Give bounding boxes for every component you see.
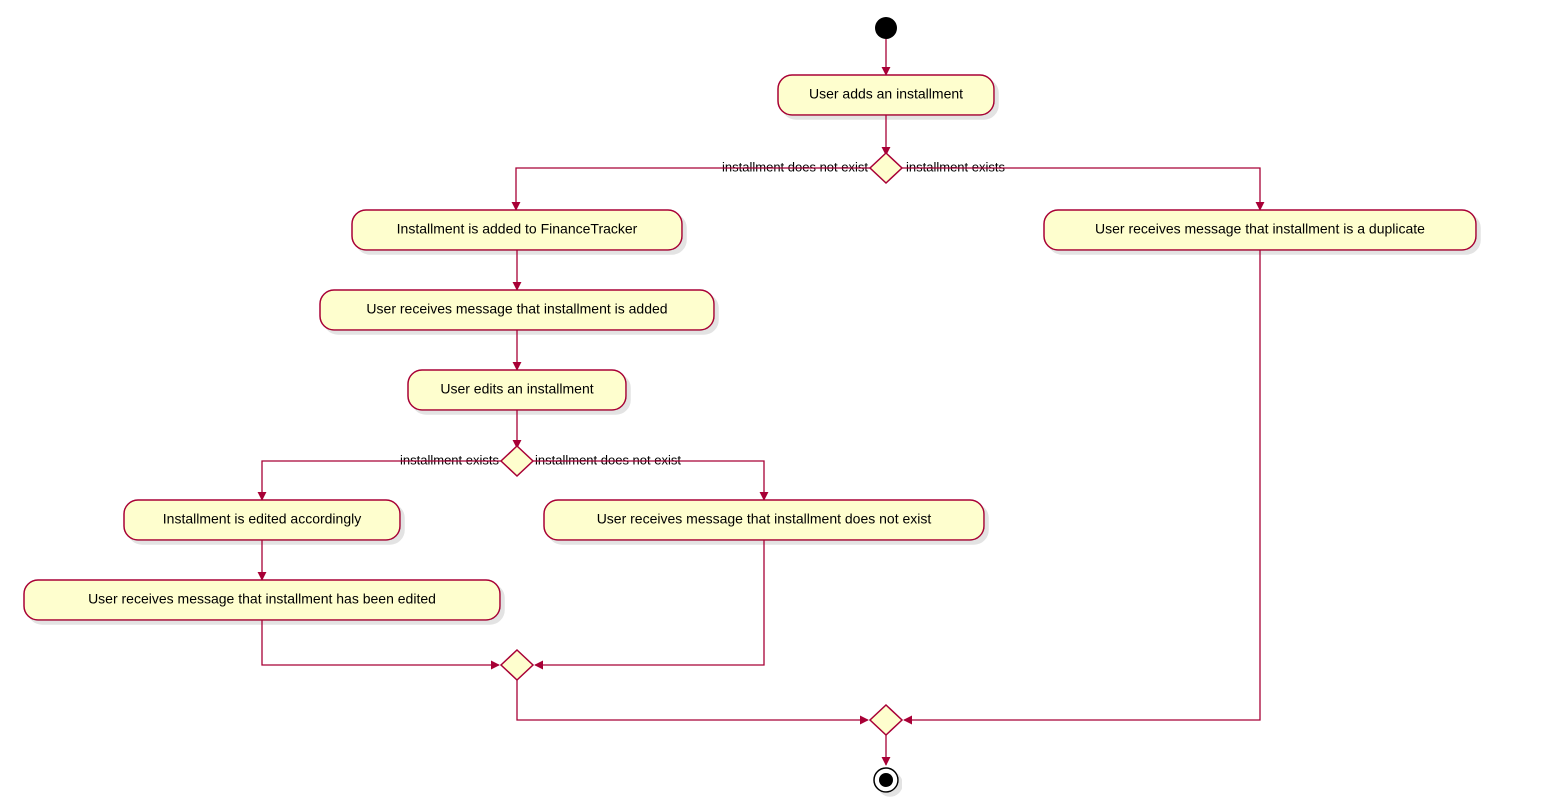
end-node xyxy=(874,768,898,792)
branch-label-right-2: installment does not exist xyxy=(535,452,681,467)
branch-label-left-1: installment does not exist xyxy=(722,159,868,174)
label: Installment is added to FinanceTracker xyxy=(397,221,638,237)
node-msg-added: User receives message that installment i… xyxy=(320,290,714,330)
start-node xyxy=(875,17,897,39)
node-msg-duplicate: User receives message that installment i… xyxy=(1044,210,1476,250)
node-edited-accordingly: Installment is edited accordingly xyxy=(124,500,400,540)
label: Installment is edited accordingly xyxy=(163,511,361,527)
branch-label-left-2: installment exists xyxy=(400,452,499,467)
activity-diagram: User adds an installment installment doe… xyxy=(0,0,1551,810)
merge-diamond-inner xyxy=(501,650,533,680)
node-user-adds-installment: User adds an installment xyxy=(778,75,994,115)
label: User receives message that installment d… xyxy=(597,511,932,527)
label: User receives message that installment i… xyxy=(1095,221,1425,237)
branch-label-right-1: installment exists xyxy=(906,159,1005,174)
decision-installment-exists-1 xyxy=(870,153,902,183)
decision-installment-exists-2 xyxy=(501,446,533,476)
label: User receives message that installment i… xyxy=(366,301,667,317)
node-msg-edited: User receives message that installment h… xyxy=(24,580,500,620)
label: User receives message that installment h… xyxy=(88,591,436,607)
label: User edits an installment xyxy=(440,381,593,397)
node-added-to-financetracker: Installment is added to FinanceTracker xyxy=(352,210,682,250)
label: User adds an installment xyxy=(809,86,963,102)
merge-diamond-outer xyxy=(870,705,902,735)
node-msg-does-not-exist: User receives message that installment d… xyxy=(544,500,984,540)
node-user-edits-installment: User edits an installment xyxy=(408,370,626,410)
